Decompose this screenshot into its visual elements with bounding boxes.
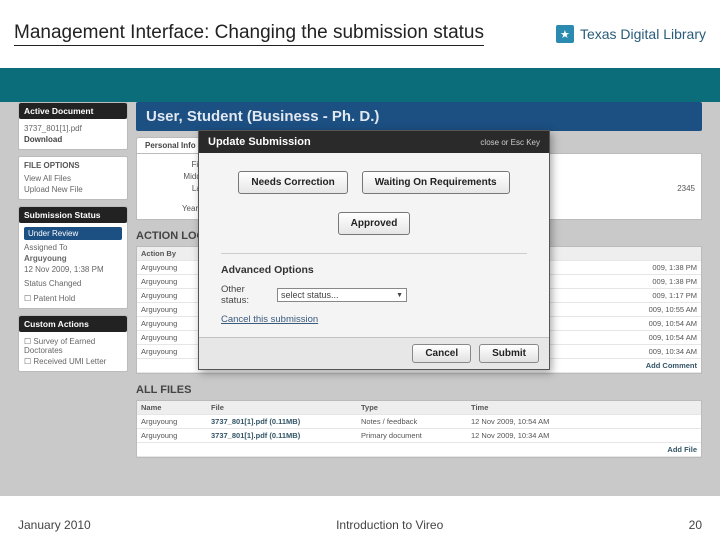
slide-title: Management Interface: Changing the submi… bbox=[14, 22, 484, 46]
other-status-select[interactable]: select status... ▼ bbox=[277, 288, 407, 302]
screenshot-region: Active Document 3737_801[1].pdf Download… bbox=[0, 102, 720, 496]
modal-close-hint[interactable]: close or Esc Key bbox=[480, 138, 540, 147]
waiting-on-requirements-button[interactable]: Waiting On Requirements bbox=[362, 171, 510, 194]
footer-page-number: 20 bbox=[689, 518, 702, 532]
brand-text: Texas Digital Library bbox=[580, 26, 706, 42]
brand-logo: ★ Texas Digital Library bbox=[556, 25, 706, 43]
advanced-options-title: Advanced Options bbox=[221, 253, 527, 276]
star-icon: ★ bbox=[556, 25, 574, 43]
modal-backdrop: Update Submission close or Esc Key Needs… bbox=[0, 102, 720, 496]
slide-footer: January 2010 Introduction to Vireo 20 bbox=[0, 510, 720, 540]
approved-button[interactable]: Approved bbox=[338, 212, 411, 235]
update-submission-modal: Update Submission close or Esc Key Needs… bbox=[198, 130, 550, 370]
select-value: select status... bbox=[281, 290, 339, 300]
other-status-label: Other status: bbox=[221, 284, 269, 306]
cancel-submission-link[interactable]: Cancel this submission bbox=[221, 314, 527, 325]
chevron-down-icon: ▼ bbox=[396, 292, 403, 299]
footer-date: January 2010 bbox=[18, 518, 91, 532]
submit-button[interactable]: Submit bbox=[479, 344, 539, 363]
cancel-button[interactable]: Cancel bbox=[412, 344, 471, 363]
header-accent-bar bbox=[0, 68, 720, 102]
modal-title-text: Update Submission bbox=[208, 136, 311, 148]
needs-correction-button[interactable]: Needs Correction bbox=[238, 171, 347, 194]
footer-title: Introduction to Vireo bbox=[336, 518, 443, 532]
